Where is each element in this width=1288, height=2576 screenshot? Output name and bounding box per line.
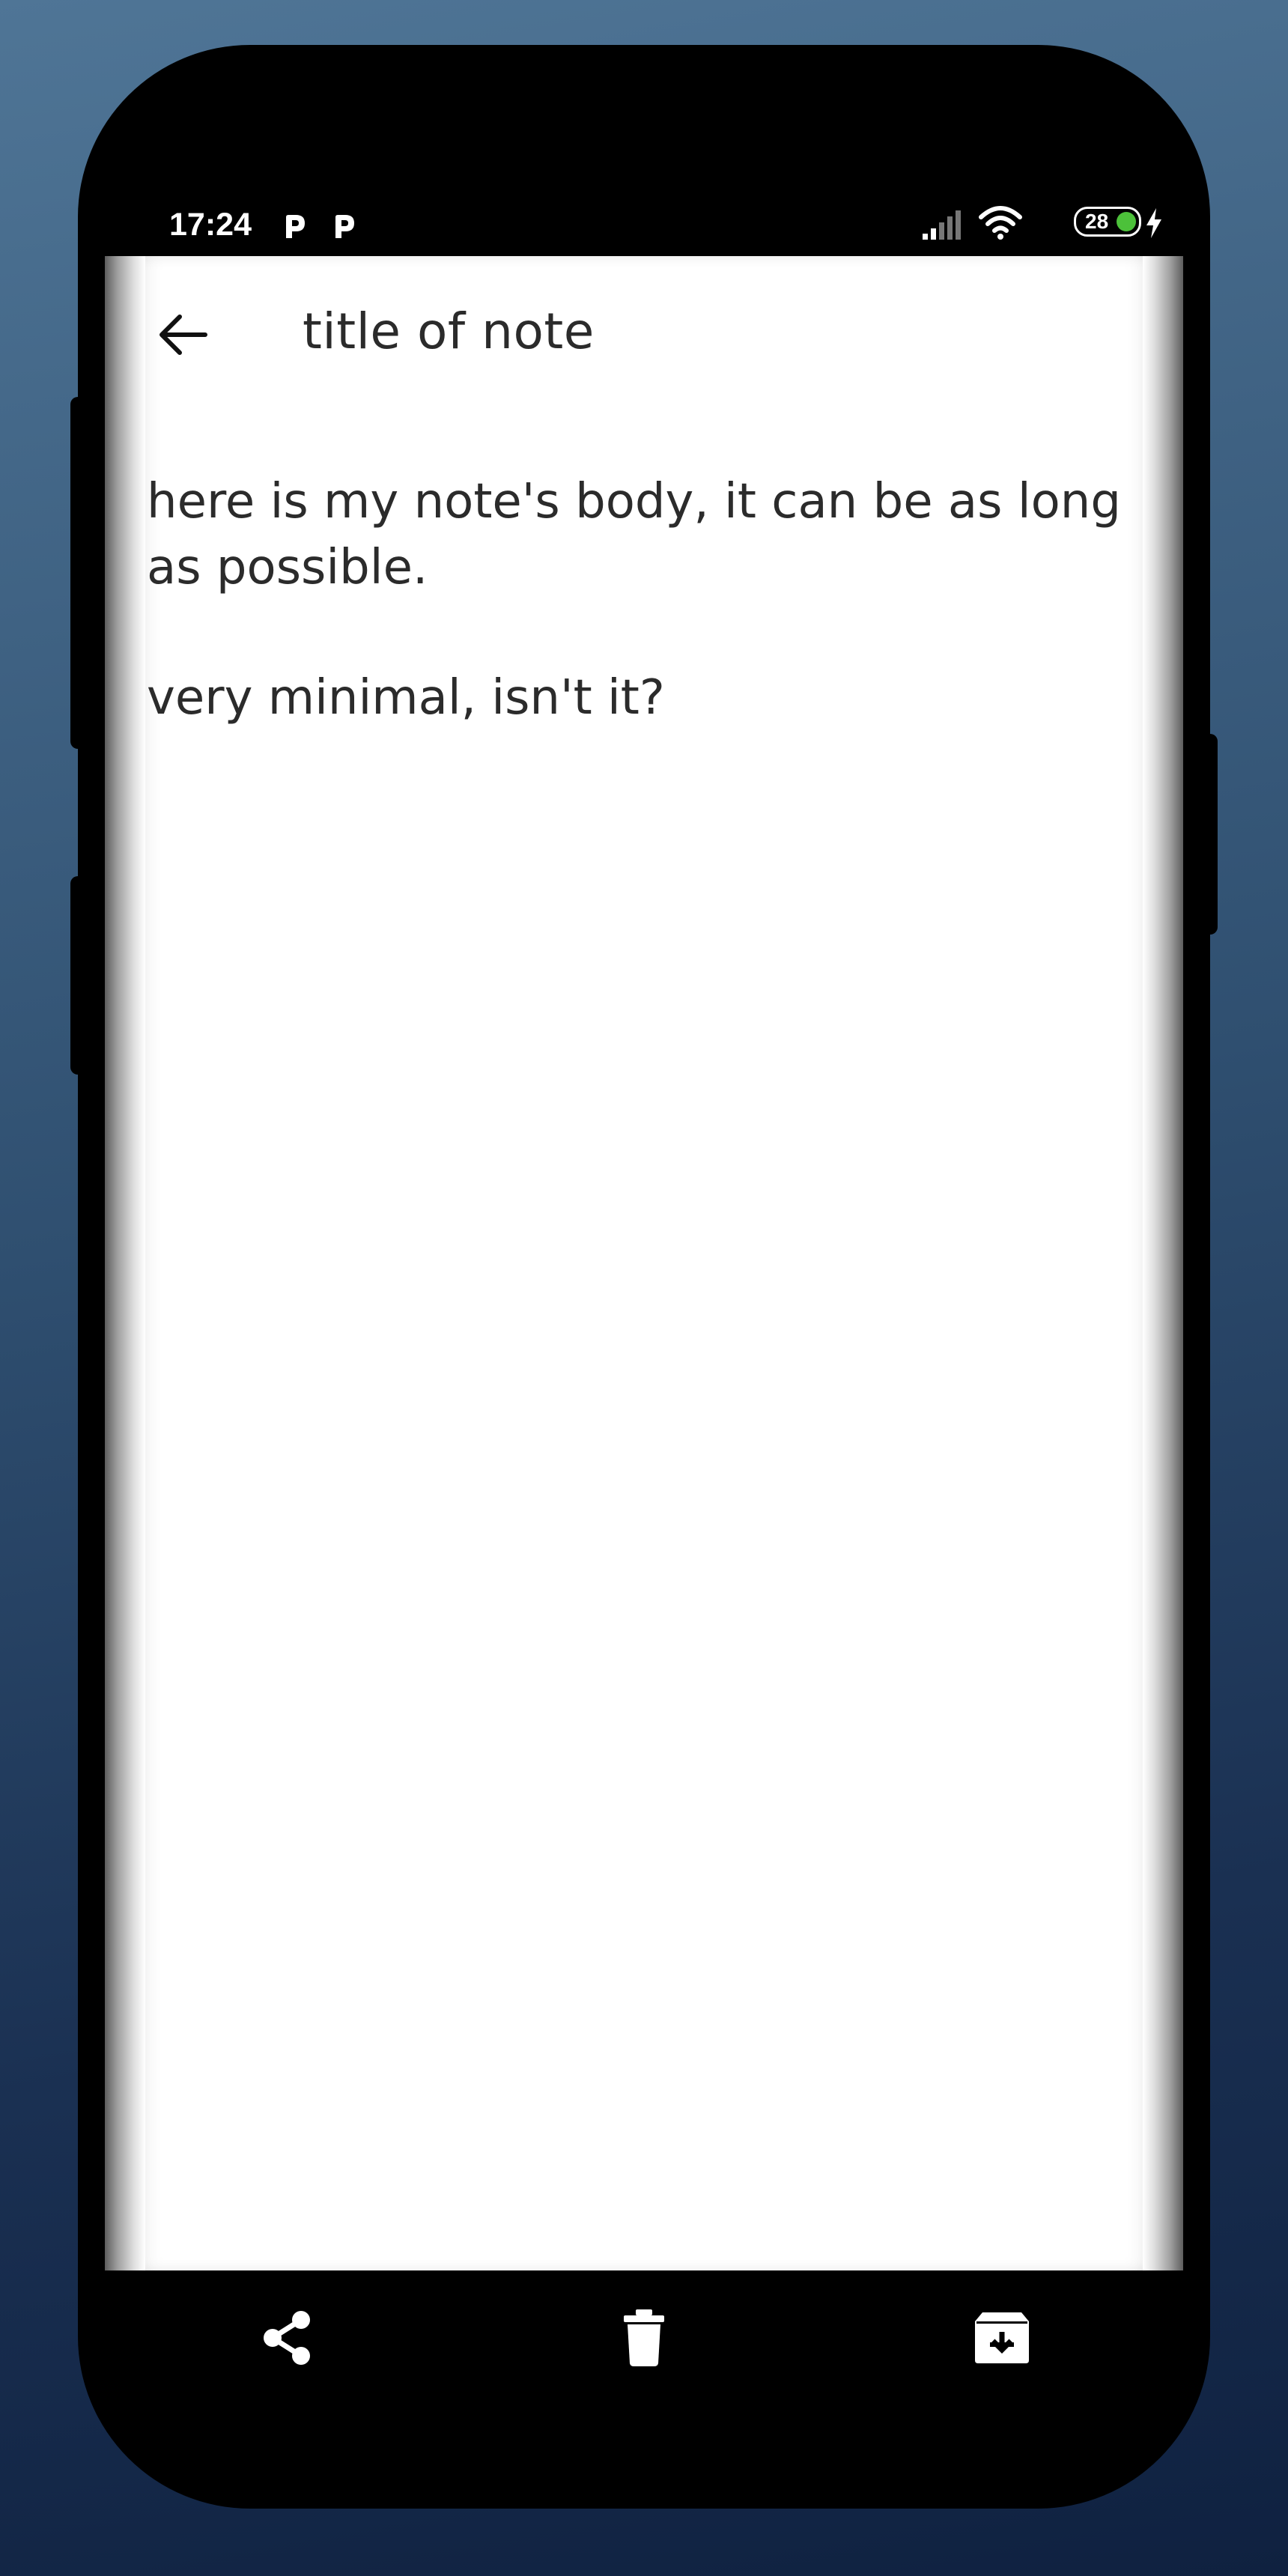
back-button[interactable] xyxy=(150,301,217,368)
arrow-back-icon xyxy=(160,315,207,355)
screen-curved-edge-left xyxy=(105,256,145,2270)
trash-icon xyxy=(624,2309,664,2366)
charging-bolt-icon xyxy=(1146,208,1161,238)
parking-app-icon xyxy=(286,215,305,238)
battery-level: 28 xyxy=(1085,210,1109,233)
bottom-action-bar xyxy=(78,2270,1210,2398)
cell-signal-icon xyxy=(923,210,961,240)
note-body-line: very minimal, isn't it? xyxy=(147,670,665,726)
battery-icon: 28 xyxy=(1074,207,1141,237)
status-time: 17:24 xyxy=(169,207,252,243)
delete-button[interactable] xyxy=(607,2300,681,2375)
screen-curved-edge-right xyxy=(1143,256,1183,2270)
note-screen: title of note here is my note's body, it… xyxy=(105,256,1183,2270)
parking-app-icon xyxy=(335,215,354,238)
share-icon xyxy=(264,2311,310,2365)
status-bar: 17:24 28 xyxy=(78,202,1210,255)
share-button[interactable] xyxy=(250,2300,325,2375)
battery-fill xyxy=(1117,212,1136,231)
archive-icon xyxy=(975,2312,1029,2363)
archive-button[interactable] xyxy=(965,2300,1039,2375)
wifi-icon xyxy=(979,206,1022,240)
note-body-line: here is my note's body, it can be as lon… xyxy=(147,474,1121,595)
note-title[interactable]: title of note xyxy=(303,303,595,360)
note-body[interactable]: here is my note's body, it can be as lon… xyxy=(147,469,1143,731)
